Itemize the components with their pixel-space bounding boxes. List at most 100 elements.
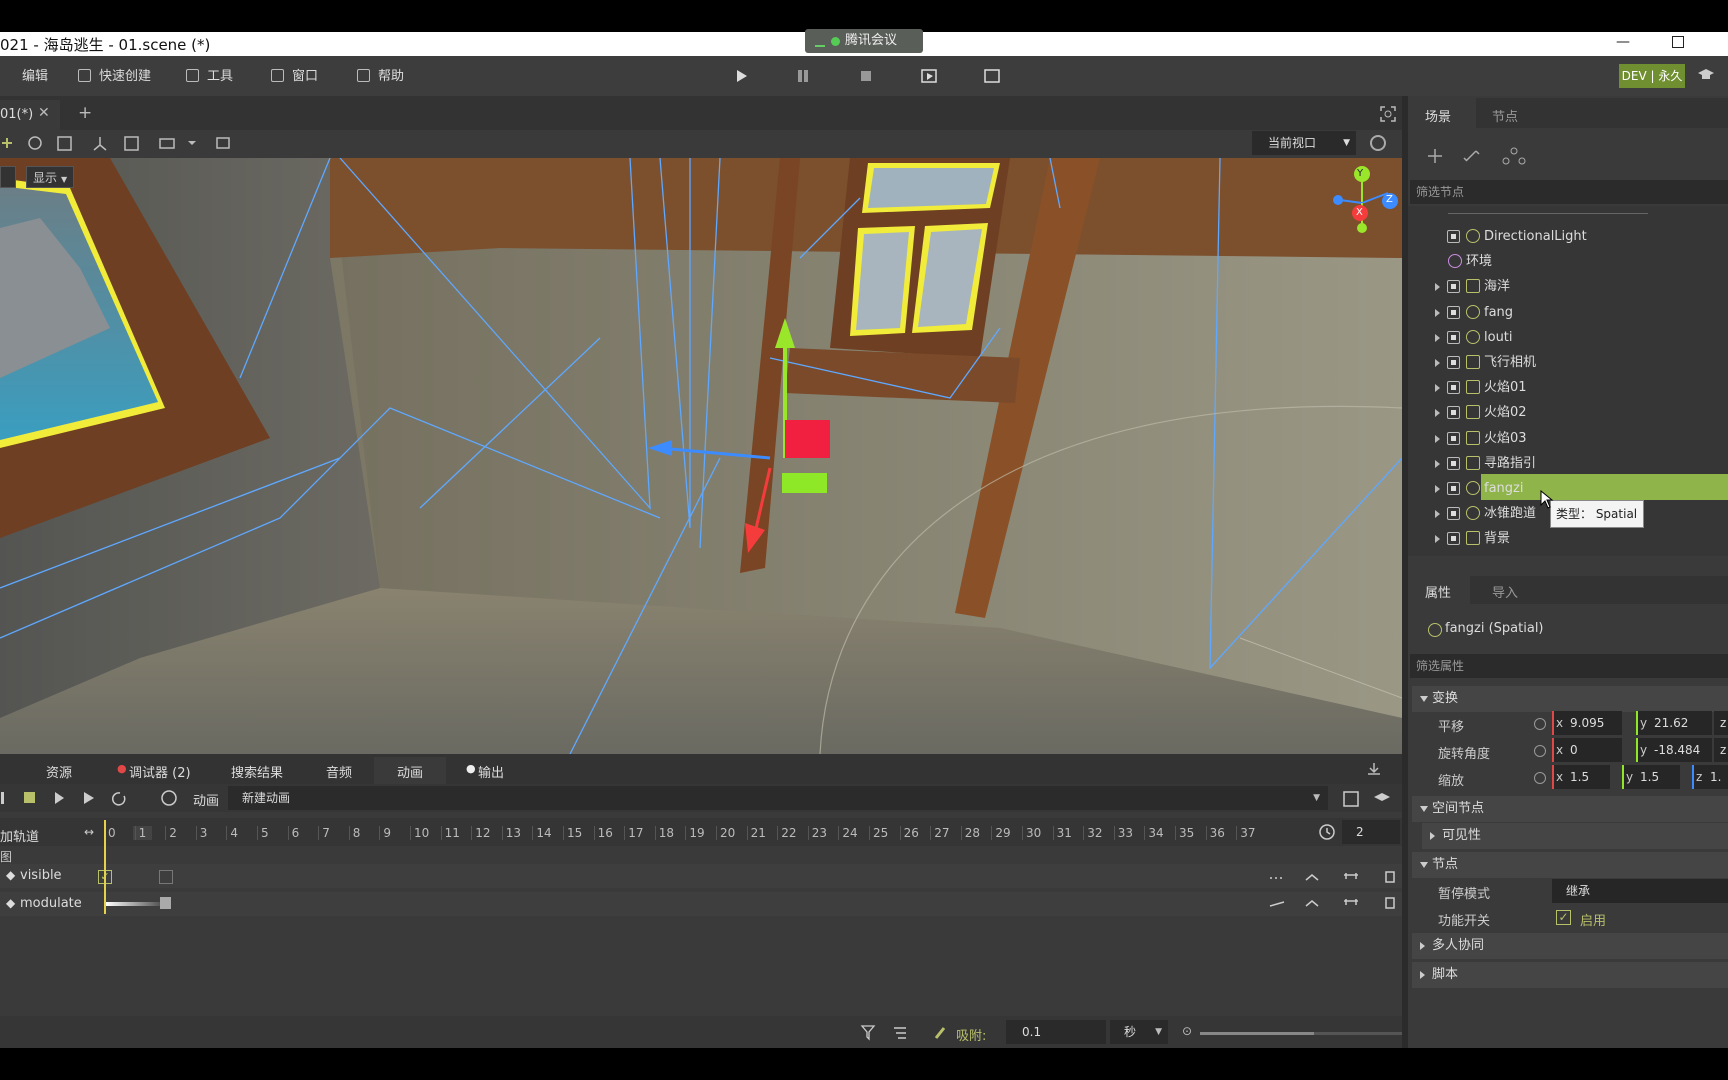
expand-arrow-icon[interactable] bbox=[1435, 384, 1440, 393]
play-scene-icon[interactable] bbox=[737, 70, 747, 82]
license-badge[interactable]: DEV | 永久 bbox=[1619, 64, 1685, 88]
expand-arrow-icon[interactable] bbox=[1435, 535, 1440, 544]
edit-animation-icon[interactable] bbox=[1343, 791, 1359, 807]
tab-debugger[interactable]: 调试器 (2) bbox=[129, 762, 191, 781]
pause-mode-select[interactable]: 继承 bbox=[1552, 879, 1728, 903]
reset-icon[interactable] bbox=[1534, 718, 1546, 730]
section-transform[interactable]: 变换 bbox=[1412, 686, 1728, 712]
move-tool-icon[interactable] bbox=[2, 138, 12, 148]
3d-viewport[interactable]: Y X Z bbox=[0, 158, 1402, 754]
node-visibility-toggle[interactable] bbox=[1447, 431, 1460, 445]
maximize-button[interactable] bbox=[1672, 36, 1684, 48]
expand-arrow-icon[interactable] bbox=[1435, 333, 1440, 342]
menu-quick-create[interactable]: 快速创建 bbox=[78, 68, 151, 86]
pause-icon[interactable] bbox=[798, 70, 802, 82]
expand-arrow-icon[interactable] bbox=[1435, 485, 1440, 493]
timeline-zoom-slider[interactable] bbox=[1200, 1032, 1402, 1035]
scene-node-12[interactable]: 背景 bbox=[1408, 526, 1728, 551]
add-node-icon[interactable] bbox=[1428, 149, 1442, 163]
local-space-icon[interactable] bbox=[93, 137, 107, 151]
add-tab-button[interactable]: + bbox=[78, 103, 92, 123]
unit-select[interactable]: 秒 ▼ bbox=[1110, 1020, 1168, 1044]
section-node[interactable]: 节点 bbox=[1412, 852, 1728, 878]
tab-audio[interactable]: 音频 bbox=[326, 762, 352, 781]
scene-node-7[interactable]: 火焰02 bbox=[1408, 400, 1728, 425]
track-name[interactable]: visible bbox=[20, 868, 62, 883]
add-track-button[interactable]: 加轨道 bbox=[0, 826, 39, 845]
anim-loop-icon[interactable] bbox=[112, 792, 126, 806]
gizmo-plane-red[interactable] bbox=[785, 420, 830, 458]
anim-stop-icon[interactable] bbox=[1, 792, 4, 804]
node-visibility-toggle[interactable] bbox=[1447, 482, 1460, 495]
tab-inspector[interactable]: 属性 bbox=[1425, 582, 1451, 601]
rotation-y-field[interactable]: y -18.484 bbox=[1636, 738, 1712, 762]
scene-node-4[interactable]: louti bbox=[1408, 325, 1728, 350]
update-mode-icon-2[interactable] bbox=[1269, 901, 1285, 907]
node-visibility-toggle[interactable] bbox=[1447, 330, 1460, 344]
sort-icon[interactable] bbox=[894, 1027, 906, 1039]
menu-window[interactable]: 窗口 bbox=[271, 68, 318, 86]
scale-tool-icon[interactable] bbox=[57, 136, 72, 151]
menu-edit[interactable]: 编辑 bbox=[4, 68, 48, 86]
snap-icon[interactable] bbox=[124, 136, 139, 151]
gear-icon[interactable] bbox=[1370, 135, 1386, 151]
snap-input[interactable]: 0.1 bbox=[1006, 1020, 1106, 1044]
expand-arrow-icon[interactable] bbox=[1435, 409, 1440, 418]
translation-z-field[interactable]: z bbox=[1714, 711, 1728, 735]
node-visibility-toggle[interactable] bbox=[1447, 456, 1460, 470]
pin-panel-icon[interactable] bbox=[1366, 762, 1382, 776]
node-visibility-toggle[interactable] bbox=[1447, 230, 1460, 243]
play-custom-icon[interactable] bbox=[984, 69, 1000, 83]
graduation-cap-icon[interactable] bbox=[1697, 68, 1715, 82]
filter-icon[interactable] bbox=[860, 1025, 876, 1041]
rotation-x-field[interactable]: x0 bbox=[1552, 738, 1622, 762]
section-script[interactable]: 脚本 bbox=[1412, 962, 1728, 988]
tab-search-results[interactable]: 搜索结果 bbox=[231, 762, 283, 781]
track-name[interactable]: modulate bbox=[20, 896, 82, 911]
camera-preview-icon[interactable] bbox=[216, 137, 230, 149]
tab-animation[interactable]: 动画 bbox=[397, 762, 423, 781]
view-dropdown-icon[interactable] bbox=[188, 141, 196, 145]
node-visibility-toggle[interactable] bbox=[1447, 406, 1460, 420]
scene-tab[interactable]: 01(*) bbox=[0, 100, 60, 130]
anim-cap-icon[interactable] bbox=[1374, 793, 1390, 801]
view-menu-icon[interactable] bbox=[159, 138, 175, 149]
scene-node-3[interactable]: fang bbox=[1408, 300, 1728, 325]
node-tree-icon[interactable] bbox=[1510, 147, 1518, 155]
viewport-select[interactable]: 当前视口 ▼ bbox=[1252, 131, 1356, 155]
node-visibility-toggle[interactable] bbox=[1447, 532, 1460, 546]
expand-arrow-icon[interactable] bbox=[1435, 510, 1440, 519]
rotation-z-field[interactable]: z bbox=[1714, 738, 1728, 762]
rotate-tool-icon[interactable] bbox=[28, 136, 42, 150]
scene-node-2[interactable]: 海洋 bbox=[1408, 274, 1728, 299]
node-visibility-toggle[interactable] bbox=[1447, 305, 1460, 319]
inspected-object[interactable]: fangzi (Spatial) bbox=[1445, 621, 1544, 636]
timeline-scale-icon[interactable]: ↔ bbox=[84, 825, 94, 839]
close-tab-icon[interactable]: ✕ bbox=[38, 105, 50, 121]
scene-node-0[interactable]: DirectionalLight bbox=[1408, 224, 1728, 249]
interpolation-icon[interactable] bbox=[1305, 874, 1319, 881]
node-visibility-toggle[interactable] bbox=[1447, 280, 1460, 294]
scene-node-10[interactable]: fangzi bbox=[1408, 476, 1728, 501]
anim-autoplay-icon[interactable] bbox=[161, 790, 177, 806]
tab-scene[interactable]: 场景 bbox=[1425, 106, 1451, 125]
expand-arrow-icon[interactable] bbox=[1435, 359, 1440, 367]
scale-z-field[interactable]: z 1. bbox=[1692, 765, 1728, 789]
timeline-playhead[interactable] bbox=[104, 820, 106, 914]
modulate-keyframe[interactable] bbox=[160, 897, 171, 909]
property-filter-input[interactable]: 筛选属性 bbox=[1410, 654, 1728, 678]
reset-icon[interactable] bbox=[1534, 745, 1546, 757]
track-row[interactable] bbox=[0, 864, 1402, 888]
animation-length-input[interactable]: 2 bbox=[1342, 820, 1400, 844]
snap-icon[interactable] bbox=[934, 1027, 946, 1039]
scene-node-1[interactable]: 环境 bbox=[1408, 249, 1728, 274]
meeting-indicator[interactable]: 腾讯会议 bbox=[805, 29, 923, 53]
process-checkbox[interactable]: ✓ bbox=[1556, 910, 1571, 925]
stop-icon[interactable] bbox=[861, 71, 871, 81]
node-visibility-toggle[interactable] bbox=[1447, 381, 1460, 395]
expand-arrow-icon[interactable] bbox=[1435, 283, 1440, 292]
menu-tools[interactable]: 工具 bbox=[186, 68, 233, 86]
link-icon[interactable] bbox=[1463, 150, 1480, 162]
tab-import[interactable]: 导入 bbox=[1492, 582, 1518, 601]
scene-node-8[interactable]: 火焰03 bbox=[1408, 426, 1728, 451]
